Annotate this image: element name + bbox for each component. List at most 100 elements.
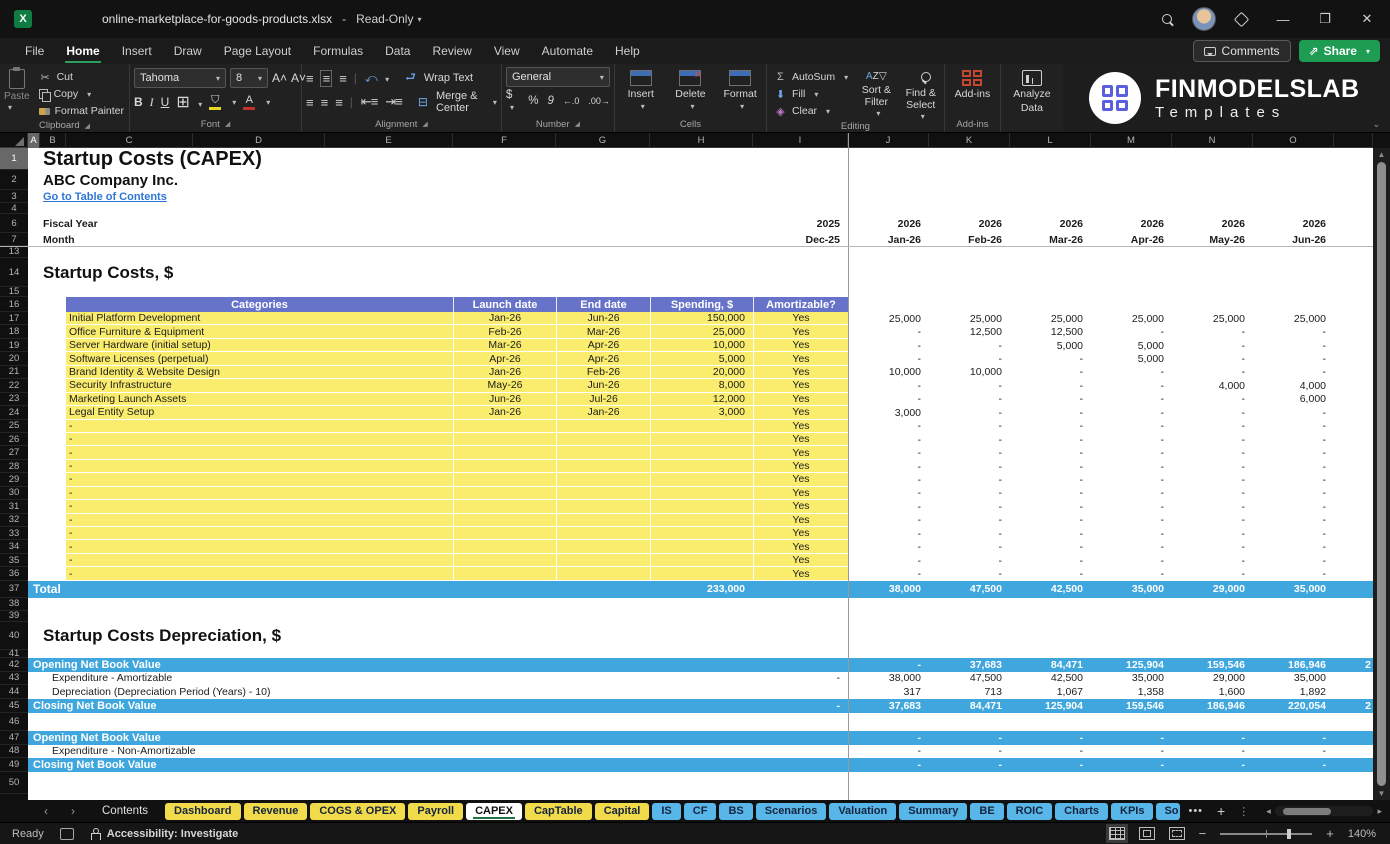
launch-cell[interactable] (453, 486, 556, 501)
empty-row[interactable] (28, 611, 1373, 622)
depreciation-month-value[interactable]: 186,946 (1172, 698, 1253, 713)
month-value-cell[interactable]: - (1010, 420, 1091, 433)
row-header-41[interactable]: 41 (0, 648, 28, 659)
row-header-33[interactable]: 33 (0, 527, 28, 541)
row-header-42[interactable]: 42 (0, 658, 28, 672)
sheet-tab-cf[interactable]: CF (683, 802, 717, 820)
month-value-cell[interactable]: - (929, 487, 1010, 500)
spending-cell[interactable] (650, 419, 753, 433)
column-header-D[interactable]: D (193, 133, 325, 148)
italic-button[interactable]: I (150, 95, 154, 110)
depreciation-month-value[interactable]: - (929, 745, 1010, 758)
month-month-value[interactable]: May-26 (1172, 233, 1253, 246)
depreciation-month-value[interactable]: 84,471 (1010, 657, 1091, 672)
sheet-tab-kpis[interactable]: KPIs (1111, 802, 1154, 820)
month-value-cell[interactable]: - (1253, 554, 1334, 567)
row-header-26[interactable]: 26 (0, 433, 28, 447)
month-label[interactable]: Month (28, 233, 730, 246)
launch-cell[interactable]: May-26 (453, 379, 556, 393)
decrease-decimal-button[interactable]: .00→ (588, 96, 610, 106)
row-header-45[interactable]: 45 (0, 699, 28, 713)
row-header-14[interactable]: 14 (0, 258, 28, 287)
column-header-L[interactable]: L (1010, 133, 1091, 148)
category-cell[interactable]: - (66, 540, 453, 554)
month-month-value[interactable]: Jun-26 (1253, 233, 1334, 246)
amortizable-cell[interactable]: Yes (753, 338, 848, 353)
menu-tab-home[interactable]: Home (55, 40, 110, 63)
month-value-cell[interactable]: - (929, 406, 1010, 419)
launch-cell[interactable]: Feb-26 (453, 325, 556, 339)
currency-format-button[interactable]: $ ▾ (506, 89, 519, 113)
total-month-value[interactable]: 42,500 (1010, 580, 1091, 598)
month-value-cell[interactable]: - (929, 420, 1010, 433)
analyze-data-button[interactable]: Analyze Data (1005, 67, 1059, 114)
month-value-cell[interactable]: - (1091, 460, 1172, 473)
zoom-out-button[interactable]: − (1199, 826, 1207, 841)
table-header-end-date[interactable]: End date (556, 297, 650, 312)
row-header-25[interactable]: 25 (0, 420, 28, 433)
depreciation-month-value[interactable]: - (1091, 757, 1172, 772)
align-center-button[interactable]: ≡ (321, 95, 329, 110)
delete-cells-button[interactable]: Delete▾ (669, 67, 713, 111)
month-value-cell[interactable]: 10,000 (848, 366, 929, 379)
more-sheets-button[interactable]: ••• (1183, 805, 1208, 817)
end-cell[interactable] (556, 527, 650, 541)
end-cell[interactable] (556, 486, 650, 501)
month-value-cell[interactable]: - (848, 567, 929, 580)
company-name[interactable]: ABC Company Inc. (28, 170, 928, 190)
amortizable-cell[interactable]: Yes (753, 513, 848, 527)
sheet-tab-revenue[interactable]: Revenue (243, 802, 308, 820)
empty-row[interactable] (28, 772, 1373, 794)
menu-tab-insert[interactable]: Insert (111, 40, 163, 62)
month-value-cell[interactable]: 6,000 (1253, 393, 1334, 406)
launch-cell[interactable] (453, 473, 556, 487)
depreciation-partial-value[interactable] (1334, 672, 1373, 685)
cut-button[interactable]: ✂ Cut (36, 69, 127, 85)
scroll-up-icon[interactable]: ▲ (1378, 148, 1386, 161)
depreciation-month-value[interactable]: - (1091, 730, 1172, 745)
month-value-cell[interactable]: - (1253, 527, 1334, 540)
fiscal-month-value[interactable]: 2026 (848, 214, 929, 233)
row-header-19[interactable]: 19 (0, 339, 28, 353)
increase-indent-button[interactable]: ⇥≡ (385, 94, 403, 110)
spending-cell[interactable] (650, 446, 753, 460)
category-cell[interactable]: - (66, 419, 453, 433)
category-cell[interactable]: - (66, 500, 453, 514)
sheet-tab-capital[interactable]: Capital (594, 802, 650, 820)
page-layout-view-button[interactable] (1138, 827, 1155, 840)
end-cell[interactable] (556, 553, 650, 568)
depreciation-month-value[interactable]: - (848, 745, 929, 758)
month-value-cell[interactable]: - (1010, 487, 1091, 500)
row-header-46[interactable]: 46 (0, 713, 28, 731)
capex-section-heading[interactable]: Startup Costs, $ (28, 258, 928, 287)
percent-format-button[interactable]: % (528, 95, 538, 107)
depreciation-partial-value[interactable] (1334, 685, 1373, 699)
month-value-cell[interactable]: - (1253, 406, 1334, 419)
month-value-cell[interactable]: - (1010, 527, 1091, 540)
launch-cell[interactable]: Jan-26 (453, 312, 556, 326)
sheet-options-button[interactable]: ⋮ (1234, 805, 1253, 818)
month-value-cell[interactable]: - (1091, 473, 1172, 486)
month-value-cell[interactable]: - (929, 379, 1010, 392)
row-header-31[interactable]: 31 (0, 500, 28, 514)
month-value-cell[interactable]: - (1172, 433, 1253, 446)
column-header-O[interactable]: O (1253, 133, 1334, 148)
row-header-36[interactable]: 36 (0, 567, 28, 581)
empty-row[interactable] (28, 650, 1373, 658)
align-left-button[interactable]: ≡ (306, 95, 314, 110)
column-header-G[interactable]: G (556, 133, 650, 148)
depreciation-month-value[interactable]: - (929, 730, 1010, 745)
sheet-tab-captable[interactable]: CapTable (524, 802, 592, 820)
month-value-cell[interactable]: - (1010, 446, 1091, 459)
sheet-tab-summary[interactable]: Summary (899, 802, 968, 820)
end-cell[interactable] (556, 500, 650, 514)
month-value-cell[interactable]: - (1253, 500, 1334, 513)
month-value-cell[interactable]: - (1172, 352, 1253, 365)
depreciation-row-label[interactable]: Expenditure - Amortizable (28, 672, 730, 685)
row-header-39[interactable]: 39 (0, 610, 28, 622)
font-color-dropdown[interactable]: ▾ (266, 98, 270, 107)
depreciation-month-value[interactable]: 35,000 (1091, 672, 1172, 685)
user-avatar[interactable] (1192, 7, 1216, 31)
category-cell[interactable]: Security Infrastructure (66, 379, 453, 393)
align-bottom-button[interactable]: ≡ (339, 71, 347, 86)
